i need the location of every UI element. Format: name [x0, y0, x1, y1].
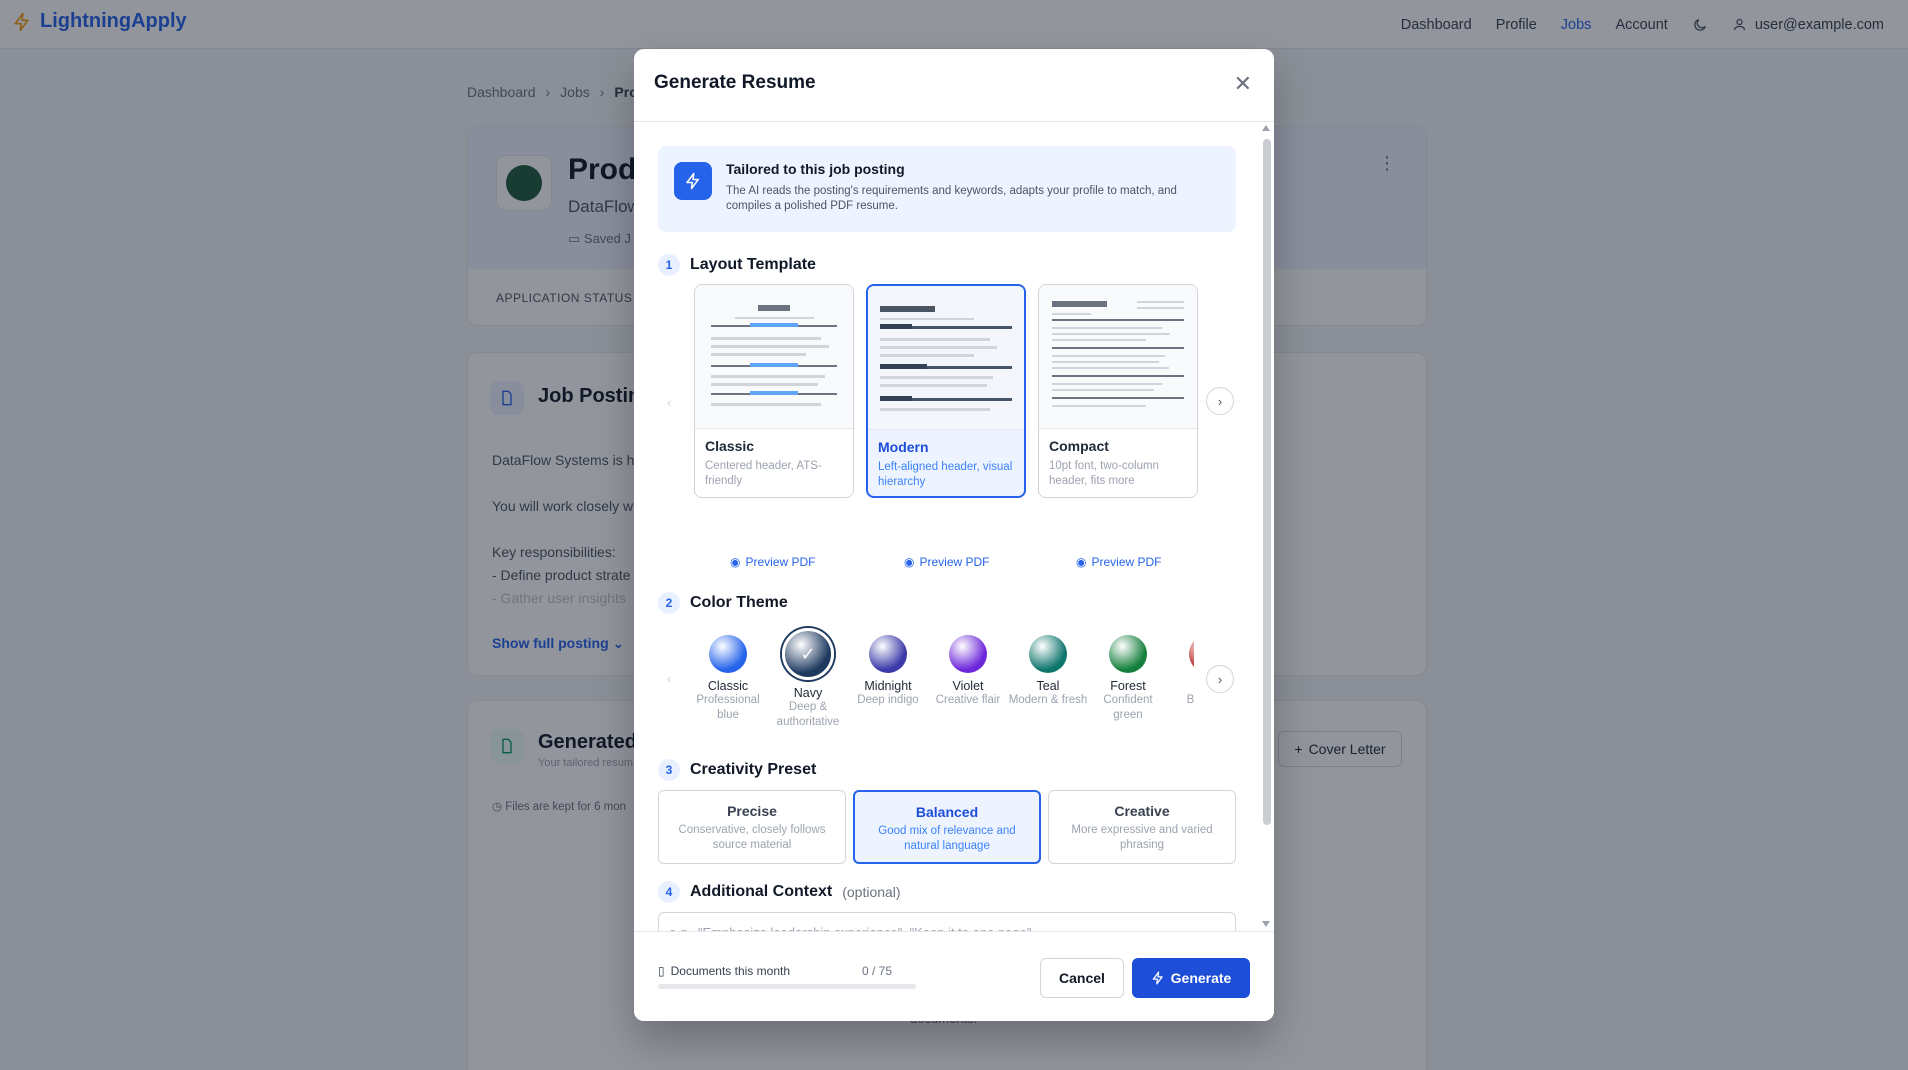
preset-name: Balanced	[915, 804, 979, 820]
generate-resume-dialog: Generate Resume ✕ Tailored to this job p…	[634, 49, 1274, 1021]
color-swatch-forest[interactable]: Forest Confident green	[1088, 635, 1168, 723]
generate-label: Generate	[1170, 970, 1232, 986]
lightning-icon	[1152, 971, 1163, 985]
color-swatch-list: Classic Professional blue ✓ Navy Deep & auth…	[686, 49, 1194, 749]
section-additional-context: 4 Additional Context (optional)	[658, 881, 901, 903]
color-name: Forest	[1110, 679, 1146, 693]
color-description: Professional blue	[696, 694, 760, 721]
color-swatch-navy[interactable]: ✓ Navy Deep & authoritative	[768, 628, 848, 730]
chevron-left-icon[interactable]: ‹	[667, 671, 671, 686]
color-dot	[949, 635, 987, 673]
preset-name: Creative	[1114, 803, 1170, 819]
usage-meter: ▯ Documents this month 0 / 75	[658, 964, 918, 989]
step-number: 1	[658, 254, 680, 276]
color-dot	[1189, 635, 1194, 673]
color-swatch-violet[interactable]: Violet Creative flair	[928, 635, 1008, 708]
color-swatch-teal[interactable]: Teal Modern & fresh	[1008, 635, 1088, 708]
dialog-footer: ▯ Documents this month 0 / 75 Cancel Gene…	[634, 931, 1274, 1021]
color-dot	[1029, 635, 1067, 673]
color-name: Classic	[707, 679, 749, 693]
color-description: Confident green	[1103, 694, 1153, 721]
preset-description: Good mix of relevance and natural langua…	[878, 825, 1016, 852]
color-dot	[1109, 635, 1147, 673]
template-next-button[interactable]: ›	[1206, 387, 1234, 415]
usage-progress-bar	[658, 984, 916, 989]
chevron-right-icon: ›	[1217, 393, 1223, 409]
color-description: Deep indigo	[857, 694, 919, 706]
section-creativity-preset: 3 Creativity Preset	[658, 759, 816, 781]
usage-count: 0 / 75	[861, 964, 892, 978]
section-label: Creativity Preset	[690, 761, 817, 778]
step-number: 4	[658, 881, 680, 903]
generate-button[interactable]: Generate	[1132, 958, 1250, 998]
check-icon: ✓	[800, 643, 816, 664]
color-name: Violet	[952, 679, 984, 693]
color-dot	[869, 635, 907, 673]
section-label: Additional Context	[690, 883, 833, 900]
additional-context-input[interactable]: e.g., "Emphasize leadership experience",…	[658, 912, 1236, 931]
color-swatch-classic[interactable]: Classic Professional blue	[688, 635, 768, 723]
color-next-button[interactable]: ›	[1206, 665, 1234, 693]
step-number: 2	[658, 592, 680, 614]
color-description: Creative flair	[935, 694, 1001, 706]
preset-precise[interactable]: Precise Conservative, closely follows so…	[658, 790, 846, 864]
document-icon: ▯	[658, 964, 665, 978]
color-name: Midnight	[864, 679, 912, 693]
color-name: Cri	[1168, 679, 1194, 693]
color-name: Teal	[1036, 679, 1060, 693]
preset-description: More expressive and varied phrasing	[1071, 824, 1213, 851]
color-description: Bo mem	[1186, 694, 1194, 706]
color-dot	[709, 635, 747, 673]
color-dot: ✓	[782, 628, 834, 680]
color-swatch-cri[interactable]: CriBo mem	[1168, 635, 1194, 708]
optional-label: (optional)	[842, 884, 901, 900]
color-name: Navy	[793, 686, 823, 700]
step-number: 3	[658, 759, 680, 781]
usage-label: Documents this month	[670, 964, 790, 978]
preset-balanced[interactable]: Balanced Good mix of relevance and natur…	[853, 790, 1041, 864]
color-description: Deep & authoritative	[776, 701, 840, 728]
preset-name: Precise	[727, 803, 777, 819]
color-swatch-midnight[interactable]: Midnight Deep indigo	[848, 635, 928, 708]
preset-description: Conservative, closely follows source mat…	[678, 824, 826, 851]
color-description: Modern & fresh	[1008, 694, 1088, 706]
dialog-body: Tailored to this job posting The AI read…	[634, 49, 1274, 931]
cancel-button[interactable]: Cancel	[1040, 958, 1124, 998]
chevron-left-icon[interactable]: ‹	[667, 395, 671, 410]
chevron-right-icon: ›	[1217, 671, 1223, 687]
preset-creative[interactable]: Creative More expressive and varied phra…	[1048, 790, 1236, 864]
